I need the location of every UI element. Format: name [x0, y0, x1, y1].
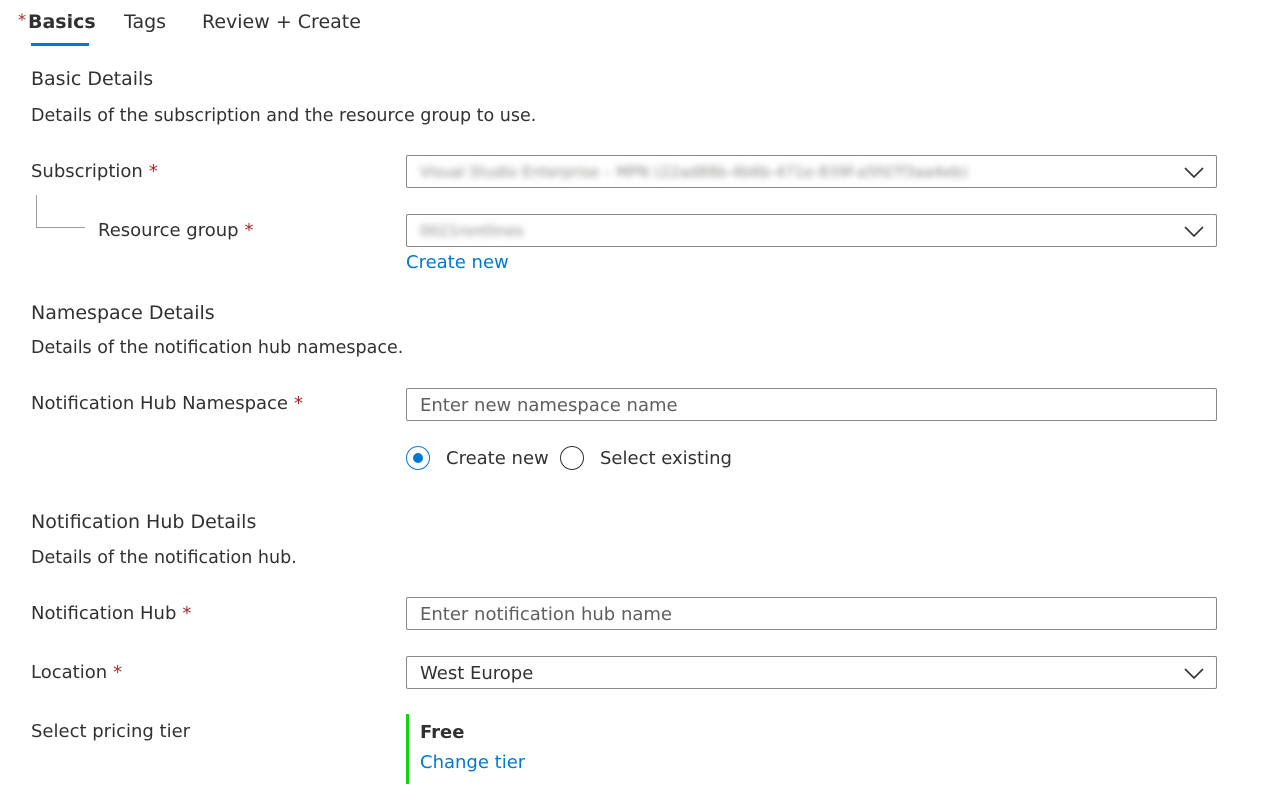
tab-tags-label: Tags: [124, 11, 167, 33]
namespace-label: Notification Hub Namespace *: [31, 393, 303, 414]
required-indicator: *: [294, 393, 304, 414]
namespace-details-description: Details of the notification hub namespac…: [31, 338, 404, 358]
create-notification-hub-page: * Basics Tags Review + Create Basic Detai…: [0, 0, 1272, 801]
radio-create-new[interactable]: Create new: [406, 446, 549, 474]
namespace-placeholder: Enter new namespace name: [420, 395, 678, 416]
notification-hub-placeholder: Enter notification hub name: [420, 604, 672, 625]
notification-hub-label-text: Notification Hub: [31, 603, 177, 624]
tab-review-create-label: Review + Create: [202, 11, 361, 33]
notification-hub-input[interactable]: Enter notification hub name: [406, 597, 1217, 630]
notification-hub-label: Notification Hub *: [31, 603, 191, 624]
basic-details-description: Details of the subscription and the reso…: [31, 106, 537, 126]
pricing-tier-name: Free: [420, 722, 465, 743]
location-label: Location *: [31, 662, 122, 683]
tree-connector-vertical: [36, 195, 37, 228]
required-indicator: *: [182, 603, 192, 624]
hub-details-description: Details of the notification hub.: [31, 548, 297, 568]
resource-group-label: Resource group *: [98, 220, 254, 241]
namespace-label-text: Notification Hub Namespace: [31, 393, 289, 414]
create-new-resource-group-link[interactable]: Create new: [406, 252, 509, 273]
tab-review-create[interactable]: Review + Create: [202, 6, 361, 44]
radio-select-existing[interactable]: Select existing: [560, 446, 732, 474]
required-indicator: *: [244, 220, 254, 241]
chevron-down-icon: [1184, 226, 1204, 238]
pricing-tier-label: Select pricing tier: [31, 721, 191, 742]
namespace-details-title: Namespace Details: [31, 302, 215, 324]
tab-tags[interactable]: Tags: [124, 6, 166, 44]
tab-basics-label: Basics: [28, 11, 96, 33]
location-value: West Europe: [420, 663, 534, 684]
location-label-text: Location: [31, 662, 108, 683]
chevron-down-icon: [1184, 668, 1204, 680]
resource-group-label-text: Resource group: [98, 220, 239, 241]
required-indicator: *: [148, 161, 158, 182]
chevron-down-icon: [1184, 167, 1204, 179]
subscription-label: Subscription *: [31, 161, 158, 182]
location-dropdown[interactable]: West Europe: [406, 656, 1217, 689]
resource-group-value: 0021rontlines: [420, 222, 524, 240]
subscription-label-text: Subscription: [31, 161, 143, 182]
hub-details-title: Notification Hub Details: [31, 511, 257, 533]
required-indicator: *: [113, 662, 123, 683]
pricing-tier-panel: Free Change tier: [406, 714, 609, 784]
radio-select-existing-label: Select existing: [600, 448, 732, 469]
radio-dot: [413, 453, 423, 463]
namespace-input[interactable]: Enter new namespace name: [406, 388, 1217, 421]
change-tier-link[interactable]: Change tier: [420, 752, 525, 773]
radio-unchecked-icon: [560, 446, 584, 470]
active-tab-indicator: [31, 43, 89, 46]
tab-basics[interactable]: * Basics: [18, 6, 96, 44]
resource-group-dropdown[interactable]: 0021rontlines: [406, 214, 1217, 247]
radio-create-new-label: Create new: [446, 448, 549, 469]
required-indicator: *: [18, 10, 26, 29]
subscription-dropdown[interactable]: Visual Studio Enterprise – MPN (22ad88b-…: [406, 155, 1217, 188]
subscription-value: Visual Studio Enterprise – MPN (22ad88b-…: [420, 163, 968, 181]
tree-connector-horizontal: [36, 227, 85, 228]
radio-checked-icon: [406, 446, 430, 470]
basic-details-title: Basic Details: [31, 68, 154, 90]
